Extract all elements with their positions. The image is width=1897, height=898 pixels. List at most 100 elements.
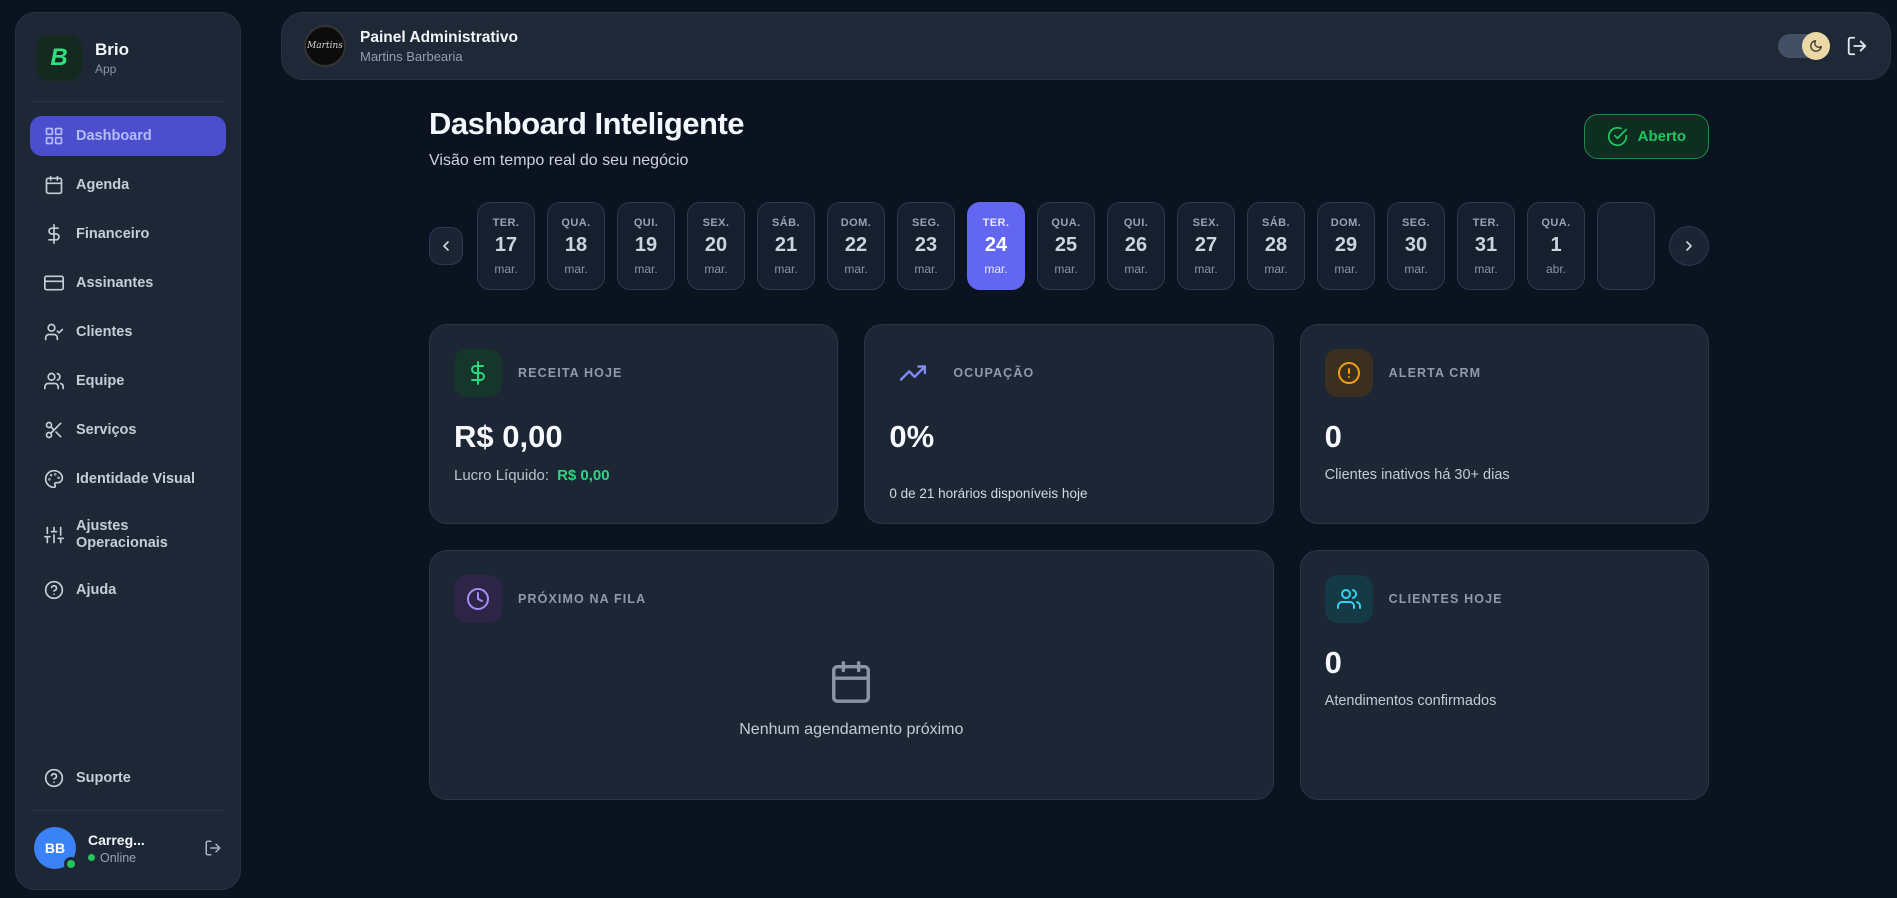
occupancy-value: 0% [889, 419, 935, 454]
card-label: RECEITA HOJE [518, 366, 623, 380]
barbershop-logo-text: Martins [307, 41, 343, 51]
day-month: mar. [1404, 261, 1428, 276]
revenue-value: R$ 0,00 [454, 419, 563, 454]
sidebar-item-label: Serviços [76, 421, 137, 438]
day-month: mar. [1124, 261, 1148, 276]
online-dot [88, 854, 95, 861]
sidebar-user: BB Carreg... Online [16, 811, 240, 889]
date-card[interactable]: DOM. 22 mar. [827, 202, 885, 290]
carousel-prev-button[interactable] [429, 227, 463, 265]
crm-alert-caption: Clientes inativos há 30+ dias [1324, 467, 1510, 483]
day-of-week: SEG. [1401, 216, 1431, 229]
card-proximo-na-fila: PRÓXIMO NA FILA Nenhum agendamento próxi… [429, 550, 1274, 800]
status-badge-aberto[interactable]: Aberto [1583, 114, 1709, 159]
logout-icon[interactable] [204, 839, 222, 857]
sidebar-item-label: Dashboard [76, 127, 152, 144]
status-badge-label: Aberto [1637, 128, 1686, 145]
user-check-icon [44, 322, 64, 342]
date-card[interactable]: SEX. 20 mar. [687, 202, 745, 290]
day-number: 22 [844, 233, 868, 256]
date-card[interactable]: TER. 17 mar. [477, 202, 535, 290]
sidebar-item-financeiro[interactable]: Financeiro [30, 214, 226, 254]
date-card-selected[interactable]: TER. 24 mar. [967, 202, 1025, 290]
day-month: mar. [494, 261, 518, 276]
sidebar-item-equipe[interactable]: Equipe [30, 361, 226, 401]
date-card[interactable]: QUA. 18 mar. [547, 202, 605, 290]
sidebar-item-label: Clientes [76, 323, 133, 340]
day-number: 31 [1474, 233, 1498, 256]
profit-value: R$ 0,00 [557, 467, 610, 484]
sidebar-item-label: Agenda [76, 176, 130, 193]
sidebar-item-servicos[interactable]: Serviços [30, 410, 226, 450]
date-card[interactable]: SEG. 30 mar. [1387, 202, 1445, 290]
page-title: Dashboard Inteligente [429, 106, 745, 141]
queue-empty-text: Nenhum agendamento próximo [739, 721, 964, 738]
date-card[interactable]: TER. 31 mar. [1457, 202, 1515, 290]
day-number: 25 [1054, 233, 1078, 256]
day-of-week: DOM. [840, 216, 872, 229]
sidebar-item-label: Suporte [76, 769, 131, 786]
date-card[interactable]: QUA. 1 abr. [1527, 202, 1585, 290]
date-card[interactable]: DOM. 29 mar. [1317, 202, 1375, 290]
day-month: mar. [914, 261, 938, 276]
date-card[interactable]: SEX. 27 mar. [1177, 202, 1235, 290]
card-ocupacao: OCUPAÇÃO 0% 0 de 21 horários disponíveis… [864, 324, 1274, 524]
day-of-week: TER. [982, 216, 1010, 229]
clients-today-value: 0 [1324, 645, 1342, 680]
day-of-week: QUA. [1051, 216, 1081, 229]
day-of-week: SEX. [1192, 216, 1220, 229]
occupancy-caption: 0 de 21 horários disponíveis hoje [889, 486, 1088, 501]
date-card[interactable]: SÁB. 28 mar. [1247, 202, 1305, 290]
user-name: Carreg... [88, 831, 145, 848]
date-card[interactable]: QUI. 26 mar. [1107, 202, 1165, 290]
sidebar-item-ajustes-operacionais[interactable]: Ajustes Operacionais [30, 508, 226, 561]
clients-today-caption: Atendimentos confirmados [1324, 693, 1497, 709]
logout-icon[interactable] [1846, 35, 1868, 57]
sidebar-item-assinantes[interactable]: Assinantes [30, 263, 226, 303]
day-month: mar. [984, 261, 1008, 276]
day-of-week: SÁB. [771, 216, 801, 229]
app-logo: B Brio App [16, 13, 240, 101]
day-month: mar. [634, 261, 658, 276]
dashboard-grid-icon [44, 126, 64, 146]
sidebar-item-dashboard[interactable]: Dashboard [30, 116, 226, 156]
day-of-week: SÁB. [1261, 216, 1291, 229]
date-card[interactable]: SÁB. 21 mar. [757, 202, 815, 290]
sidebar-item-identidade-visual[interactable]: Identidade Visual [30, 459, 226, 499]
day-month: mar. [704, 261, 728, 276]
day-number: 29 [1334, 233, 1358, 256]
sidebar-item-ajuda[interactable]: Ajuda [30, 570, 226, 610]
sidebar-item-agenda[interactable]: Agenda [30, 165, 226, 205]
card-label: ALERTA CRM [1388, 366, 1482, 380]
sliders-icon [44, 525, 64, 545]
sidebar-nav: Dashboard Agenda Financeiro Assinantes C… [16, 102, 240, 610]
palette-icon [44, 469, 64, 489]
alert-circle-icon [1324, 349, 1373, 397]
profit-label: Lucro Líquido: [454, 467, 550, 484]
day-number: 26 [1124, 233, 1148, 256]
day-number: 18 [564, 233, 588, 256]
help-circle-icon [44, 768, 64, 788]
sidebar-item-suporte[interactable]: Suporte [30, 758, 226, 798]
carousel-next-button[interactable] [1669, 226, 1709, 266]
day-month: mar. [564, 261, 588, 276]
users-icon [1324, 575, 1373, 623]
avatar-initials: BB [44, 840, 66, 856]
dollar-icon [44, 224, 64, 244]
day-month: mar. [1264, 261, 1288, 276]
sidebar-item-clientes[interactable]: Clientes [30, 312, 226, 352]
theme-toggle[interactable] [1778, 32, 1830, 60]
queue-empty-state: Nenhum agendamento próximo [454, 623, 1249, 775]
sidebar-item-label: Equipe [76, 372, 125, 389]
day-month: mar. [844, 261, 868, 276]
date-card[interactable]: QUA. 25 mar. [1037, 202, 1095, 290]
page-subtitle: Visão em tempo real do seu negócio [429, 152, 689, 169]
date-card[interactable]: SEG. 23 mar. [897, 202, 955, 290]
topbar-subtitle: Martins Barbearia [360, 48, 463, 64]
date-card[interactable]: QUI. 19 mar. [617, 202, 675, 290]
day-number: 28 [1264, 233, 1288, 256]
date-card-partial[interactable] [1597, 202, 1655, 290]
topbar-title: Painel Administrativo [360, 28, 518, 46]
sidebar-item-label: Assinantes [76, 274, 154, 291]
